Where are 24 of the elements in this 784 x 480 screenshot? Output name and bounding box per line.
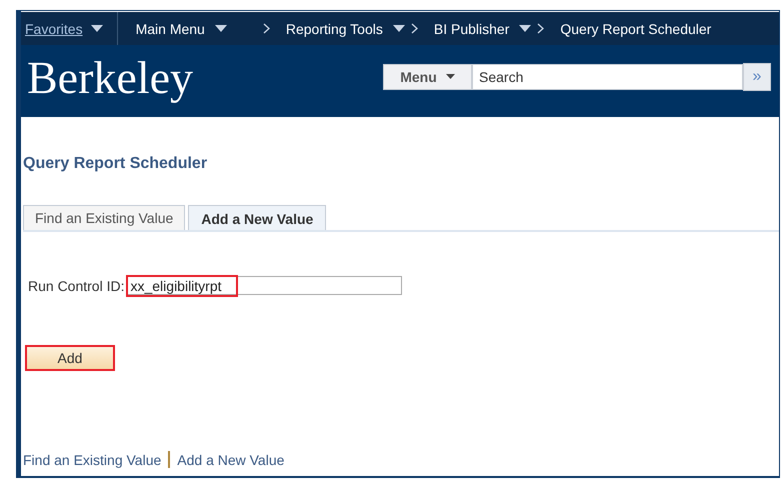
footer-link[interactable]: Add a New Value [177,452,284,468]
dropdown-icon[interactable] [519,25,532,32]
chevron-separator-icon [410,23,418,34]
footer-link[interactable]: Find an Existing Value [23,452,162,468]
search-field[interactable]: Search [472,64,743,90]
favorites-link[interactable]: Favorites [25,20,83,36]
chevron-separator-icon [537,23,544,34]
dropdown-icon[interactable] [214,25,227,32]
menu-dropdown[interactable]: Menu [383,64,472,90]
breadcrumb-menu[interactable]: Query Report Scheduler [560,20,712,36]
breadcrumb-menu[interactable]: BI Publisher [434,20,510,36]
field-label: Run Control ID: [28,278,124,294]
logo-wordmark: Berkeley [27,54,194,100]
chevron-separator-icon [262,23,270,34]
breadcrumb-menu[interactable]: Main Menu [136,20,205,36]
caret-icon [446,74,455,79]
tab[interactable]: Add a New Value [188,205,326,230]
dropdown-icon[interactable] [90,25,103,32]
dropdown-icon[interactable] [392,25,405,32]
tab[interactable]: Find an Existing Value [23,205,186,230]
run-control-id-field[interactable]: xx_eligibilityrpt [126,276,402,295]
breadcrumb-menu[interactable]: Reporting Tools [286,20,383,36]
add-button[interactable]: Add [25,345,115,371]
page-title: Query Report Scheduler [23,155,208,173]
